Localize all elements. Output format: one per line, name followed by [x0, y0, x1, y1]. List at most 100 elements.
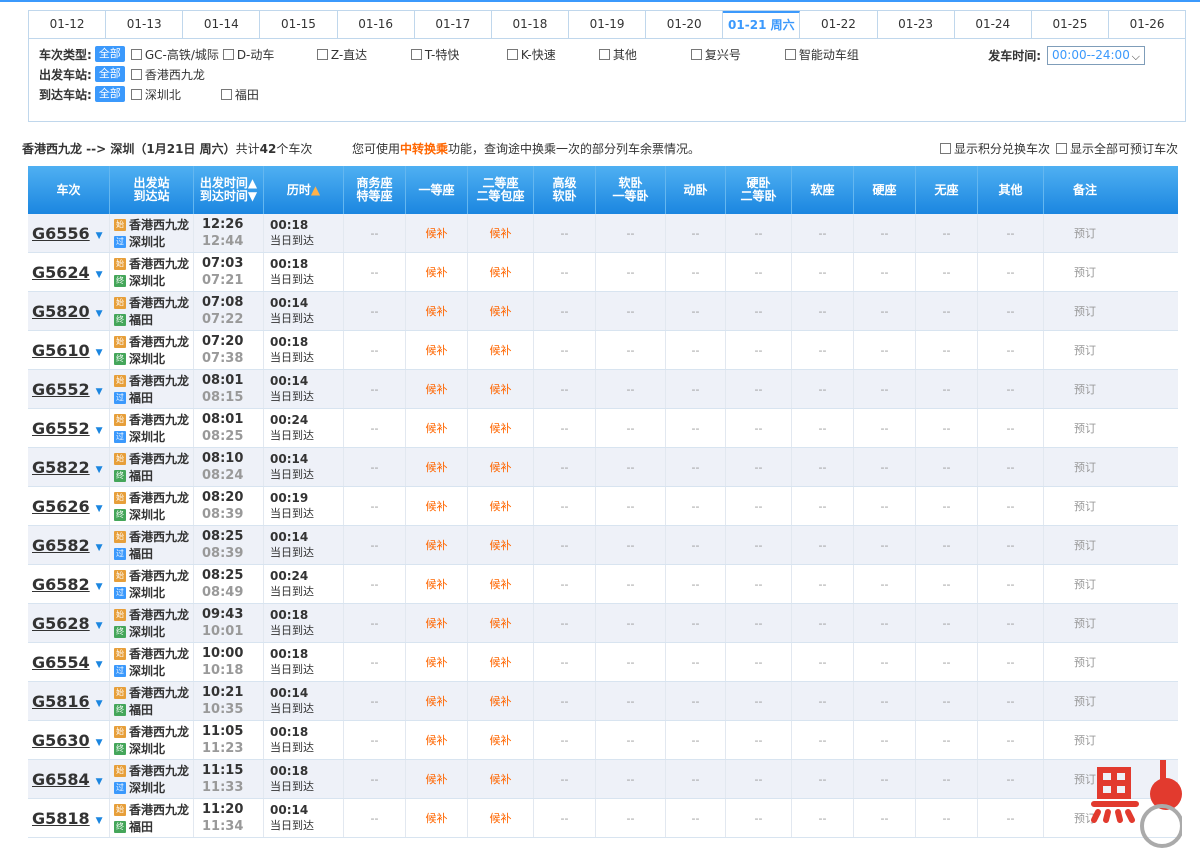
first-seat-cell[interactable]: 候补	[406, 331, 468, 369]
waitlist-link[interactable]: 候补	[426, 771, 448, 787]
waitlist-link[interactable]: 候补	[490, 615, 512, 631]
first-seat-cell[interactable]: 候补	[406, 526, 468, 564]
second-seat-cell[interactable]: 候补	[468, 253, 534, 291]
train-number-link[interactable]: G5818	[32, 809, 90, 828]
second-seat-cell[interactable]: 候补	[468, 643, 534, 681]
checkbox-box[interactable]	[784, 48, 796, 60]
train-type-checkbox[interactable]: K-快速	[506, 46, 599, 63]
expand-stops-icon[interactable]: ▼	[96, 231, 103, 241]
book-button[interactable]: 预订	[1074, 615, 1096, 631]
expand-stops-icon[interactable]: ▼	[96, 387, 103, 397]
second-seat-cell[interactable]: 候补	[468, 331, 534, 369]
waitlist-link[interactable]: 候补	[490, 732, 512, 748]
train-number-link[interactable]: G5624	[32, 263, 90, 282]
waitlist-link[interactable]: 候补	[426, 615, 448, 631]
col-duration[interactable]: 历时 ▲	[264, 166, 344, 214]
transfer-link[interactable]: 中转换乘	[400, 142, 448, 156]
train-number-link[interactable]: G6582	[32, 575, 90, 594]
waitlist-link[interactable]: 候补	[490, 303, 512, 319]
book-button[interactable]: 预订	[1074, 303, 1096, 319]
book-button[interactable]: 预订	[1074, 732, 1096, 748]
second-seat-cell[interactable]: 候补	[468, 604, 534, 642]
to-station-all-button[interactable]: 全部	[94, 86, 125, 102]
checkbox-box[interactable]	[506, 48, 518, 60]
second-seat-cell[interactable]: 候补	[468, 487, 534, 525]
checkbox-box[interactable]	[410, 48, 422, 60]
first-seat-cell[interactable]: 候补	[406, 565, 468, 603]
book-button[interactable]: 预订	[1074, 264, 1096, 280]
train-type-checkbox[interactable]: 智能动车组	[784, 46, 895, 63]
checkbox-box[interactable]	[130, 48, 142, 60]
expand-stops-icon[interactable]: ▼	[96, 738, 103, 748]
train-number-link[interactable]: G6554	[32, 653, 90, 672]
second-seat-cell[interactable]: 候补	[468, 799, 534, 837]
waitlist-link[interactable]: 候补	[490, 225, 512, 241]
waitlist-link[interactable]: 候补	[426, 537, 448, 553]
train-number-link[interactable]: G5822	[32, 458, 90, 477]
waitlist-link[interactable]: 候补	[426, 459, 448, 475]
date-tab[interactable]: 01-12	[29, 11, 107, 39]
waitlist-link[interactable]: 候补	[490, 537, 512, 553]
book-button[interactable]: 预订	[1074, 225, 1096, 241]
date-tab[interactable]: 01-17	[414, 11, 492, 39]
train-type-checkbox[interactable]: 复兴号	[690, 46, 785, 63]
expand-stops-icon[interactable]: ▼	[96, 660, 103, 670]
book-button[interactable]: 预订	[1074, 381, 1096, 397]
col-times[interactable]: 出发时间▲ 到达时间▼	[194, 166, 264, 214]
expand-stops-icon[interactable]: ▼	[96, 309, 103, 319]
date-tab[interactable]: 01-15	[260, 11, 338, 39]
train-number-link[interactable]: G5816	[32, 692, 90, 711]
first-seat-cell[interactable]: 候补	[406, 487, 468, 525]
waitlist-link[interactable]: 候补	[426, 342, 448, 358]
first-seat-cell[interactable]: 候补	[406, 214, 468, 252]
book-button[interactable]: 预订	[1074, 576, 1096, 592]
waitlist-link[interactable]: 候补	[426, 498, 448, 514]
waitlist-link[interactable]: 候补	[426, 732, 448, 748]
book-button[interactable]: 预订	[1074, 693, 1096, 709]
train-number-link[interactable]: G6552	[32, 380, 90, 399]
checkbox-box[interactable]	[316, 48, 328, 60]
waitlist-link[interactable]: 候补	[426, 576, 448, 592]
train-type-checkbox[interactable]: D-动车	[222, 46, 317, 63]
second-seat-cell[interactable]: 候补	[468, 760, 534, 798]
train-number-link[interactable]: G5628	[32, 614, 90, 633]
expand-stops-icon[interactable]: ▼	[96, 543, 103, 553]
all-bookable-checkbox[interactable]: 显示全部可预订车次	[1055, 140, 1178, 157]
book-button[interactable]: 预订	[1074, 537, 1096, 553]
book-button[interactable]: 预订	[1074, 342, 1096, 358]
train-type-checkbox[interactable]: 其他	[598, 46, 691, 63]
expand-stops-icon[interactable]: ▼	[96, 699, 103, 709]
to-station-checkbox[interactable]: 深圳北	[130, 86, 221, 103]
date-tab[interactable]: 01-16	[337, 11, 415, 39]
date-tab[interactable]: 01-19	[568, 11, 647, 39]
first-seat-cell[interactable]: 候补	[406, 370, 468, 408]
train-type-checkbox[interactable]: Z-直达	[316, 46, 411, 63]
checkbox-box[interactable]	[598, 48, 610, 60]
first-seat-cell[interactable]: 候补	[406, 448, 468, 486]
waitlist-link[interactable]: 候补	[490, 342, 512, 358]
expand-stops-icon[interactable]: ▼	[96, 270, 103, 280]
first-seat-cell[interactable]: 候补	[406, 760, 468, 798]
waitlist-link[interactable]: 候补	[426, 420, 448, 436]
first-seat-cell[interactable]: 候补	[406, 253, 468, 291]
waitlist-link[interactable]: 候补	[426, 381, 448, 397]
book-button[interactable]: 预订	[1074, 498, 1096, 514]
waitlist-link[interactable]: 候补	[426, 693, 448, 709]
date-tab[interactable]: 01-20	[646, 11, 724, 39]
expand-stops-icon[interactable]: ▼	[96, 426, 103, 436]
from-station-checkbox[interactable]: 香港西九龙	[130, 66, 205, 83]
second-seat-cell[interactable]: 候补	[468, 565, 534, 603]
waitlist-link[interactable]: 候补	[490, 459, 512, 475]
waitlist-link[interactable]: 候补	[490, 771, 512, 787]
waitlist-link[interactable]: 候补	[490, 654, 512, 670]
first-seat-cell[interactable]: 候补	[406, 643, 468, 681]
second-seat-cell[interactable]: 候补	[468, 214, 534, 252]
waitlist-link[interactable]: 候补	[490, 810, 512, 826]
train-type-all-button[interactable]: 全部	[94, 46, 125, 62]
expand-stops-icon[interactable]: ▼	[96, 504, 103, 514]
waitlist-link[interactable]: 候补	[426, 225, 448, 241]
checkbox-box[interactable]	[690, 48, 702, 60]
expand-stops-icon[interactable]: ▼	[96, 348, 103, 358]
expand-stops-icon[interactable]: ▼	[96, 465, 103, 475]
second-seat-cell[interactable]: 候补	[468, 370, 534, 408]
